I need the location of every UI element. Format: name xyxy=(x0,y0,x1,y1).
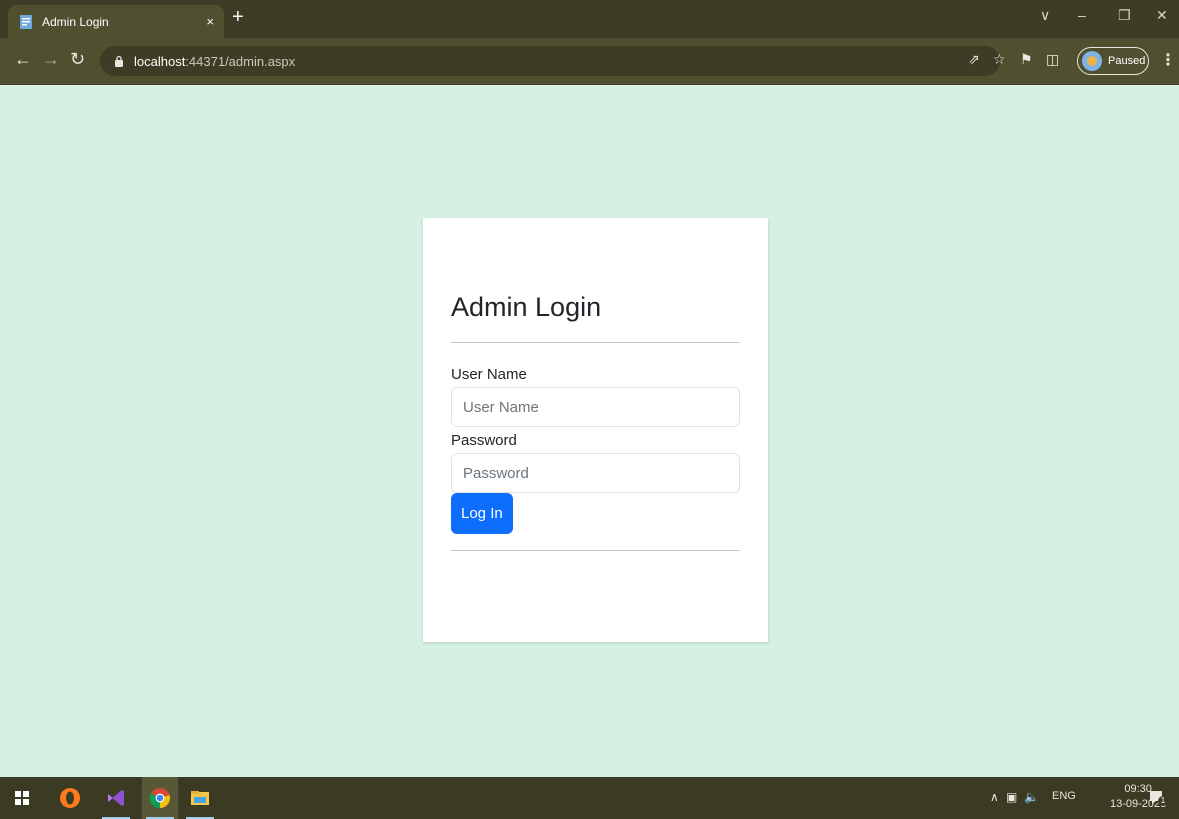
side-panel-icon[interactable]: ◫ xyxy=(1046,51,1059,68)
windows-icon xyxy=(15,791,29,805)
profile-button[interactable]: Paused xyxy=(1077,47,1149,75)
visual-studio-icon xyxy=(108,790,124,806)
notification-center[interactable]: 1 xyxy=(1148,789,1168,807)
password-label: Password xyxy=(451,432,517,449)
divider-top xyxy=(451,342,740,343)
address-bar[interactable]: localhost:44371/admin.aspx xyxy=(100,46,1000,76)
opera-icon xyxy=(60,788,80,808)
tab-admin-login[interactable]: Admin Login × xyxy=(8,5,224,38)
close-window-icon[interactable]: ✕ xyxy=(1156,7,1168,24)
reload-icon[interactable]: ↻ xyxy=(70,50,85,68)
password-input[interactable] xyxy=(451,453,740,493)
lock-icon xyxy=(115,55,123,67)
tab-close-icon[interactable]: × xyxy=(206,14,214,29)
page-icon xyxy=(20,14,32,29)
tray-chevron-icon[interactable]: ∧ xyxy=(990,790,999,804)
taskbar: ∧ ▣ 🔈 ENG 09:30 13-09-2023 1 xyxy=(0,777,1179,819)
file-explorer-app[interactable] xyxy=(182,777,218,819)
browser-toolbar: ← → ↻ localhost:44371/admin.aspx ⇗ ☆ ⚑ ◫… xyxy=(0,38,1179,85)
url-host: localhost xyxy=(134,53,186,69)
minimize-icon[interactable]: – xyxy=(1078,7,1086,23)
network-icon[interactable]: ▣ xyxy=(1006,790,1017,804)
restore-icon[interactable]: ❐ xyxy=(1118,7,1131,24)
language-indicator[interactable]: ENG xyxy=(1052,790,1076,802)
back-icon[interactable]: ← xyxy=(14,50,32,68)
url-path: :44371/admin.aspx xyxy=(185,53,296,69)
bookmark-star-icon[interactable]: ☆ xyxy=(993,51,1006,68)
menu-kebab-icon[interactable]: ⋮ xyxy=(1160,50,1176,70)
forward-icon[interactable]: → xyxy=(42,50,60,68)
new-tab-button[interactable]: + xyxy=(232,6,244,29)
extensions-puzzle-icon[interactable]: ⚑ xyxy=(1020,51,1033,68)
login-card: Admin Login User Name Password Log In xyxy=(423,218,768,642)
tab-strip: Admin Login × + ∨ – ❐ ✕ xyxy=(0,0,1179,38)
opera-app[interactable] xyxy=(52,777,88,819)
start-button[interactable] xyxy=(4,777,40,819)
volume-icon[interactable]: 🔈 xyxy=(1024,790,1039,804)
page-title: Admin Login xyxy=(451,292,602,322)
avatar xyxy=(1082,51,1102,71)
folder-icon xyxy=(191,791,209,805)
chrome-icon xyxy=(149,788,170,809)
tab-title: Admin Login xyxy=(42,14,109,29)
profile-status: Paused xyxy=(1108,55,1146,67)
visual-studio-app[interactable] xyxy=(98,777,134,819)
divider-bottom xyxy=(451,550,740,551)
share-icon[interactable]: ⇗ xyxy=(968,51,980,68)
notification-count: 1 xyxy=(1158,796,1168,806)
chrome-app[interactable] xyxy=(142,777,178,819)
login-button[interactable]: Log In xyxy=(451,493,513,534)
username-input[interactable] xyxy=(451,387,740,427)
tab-search-icon[interactable]: ∨ xyxy=(1040,7,1050,24)
username-label: User Name xyxy=(451,366,527,383)
